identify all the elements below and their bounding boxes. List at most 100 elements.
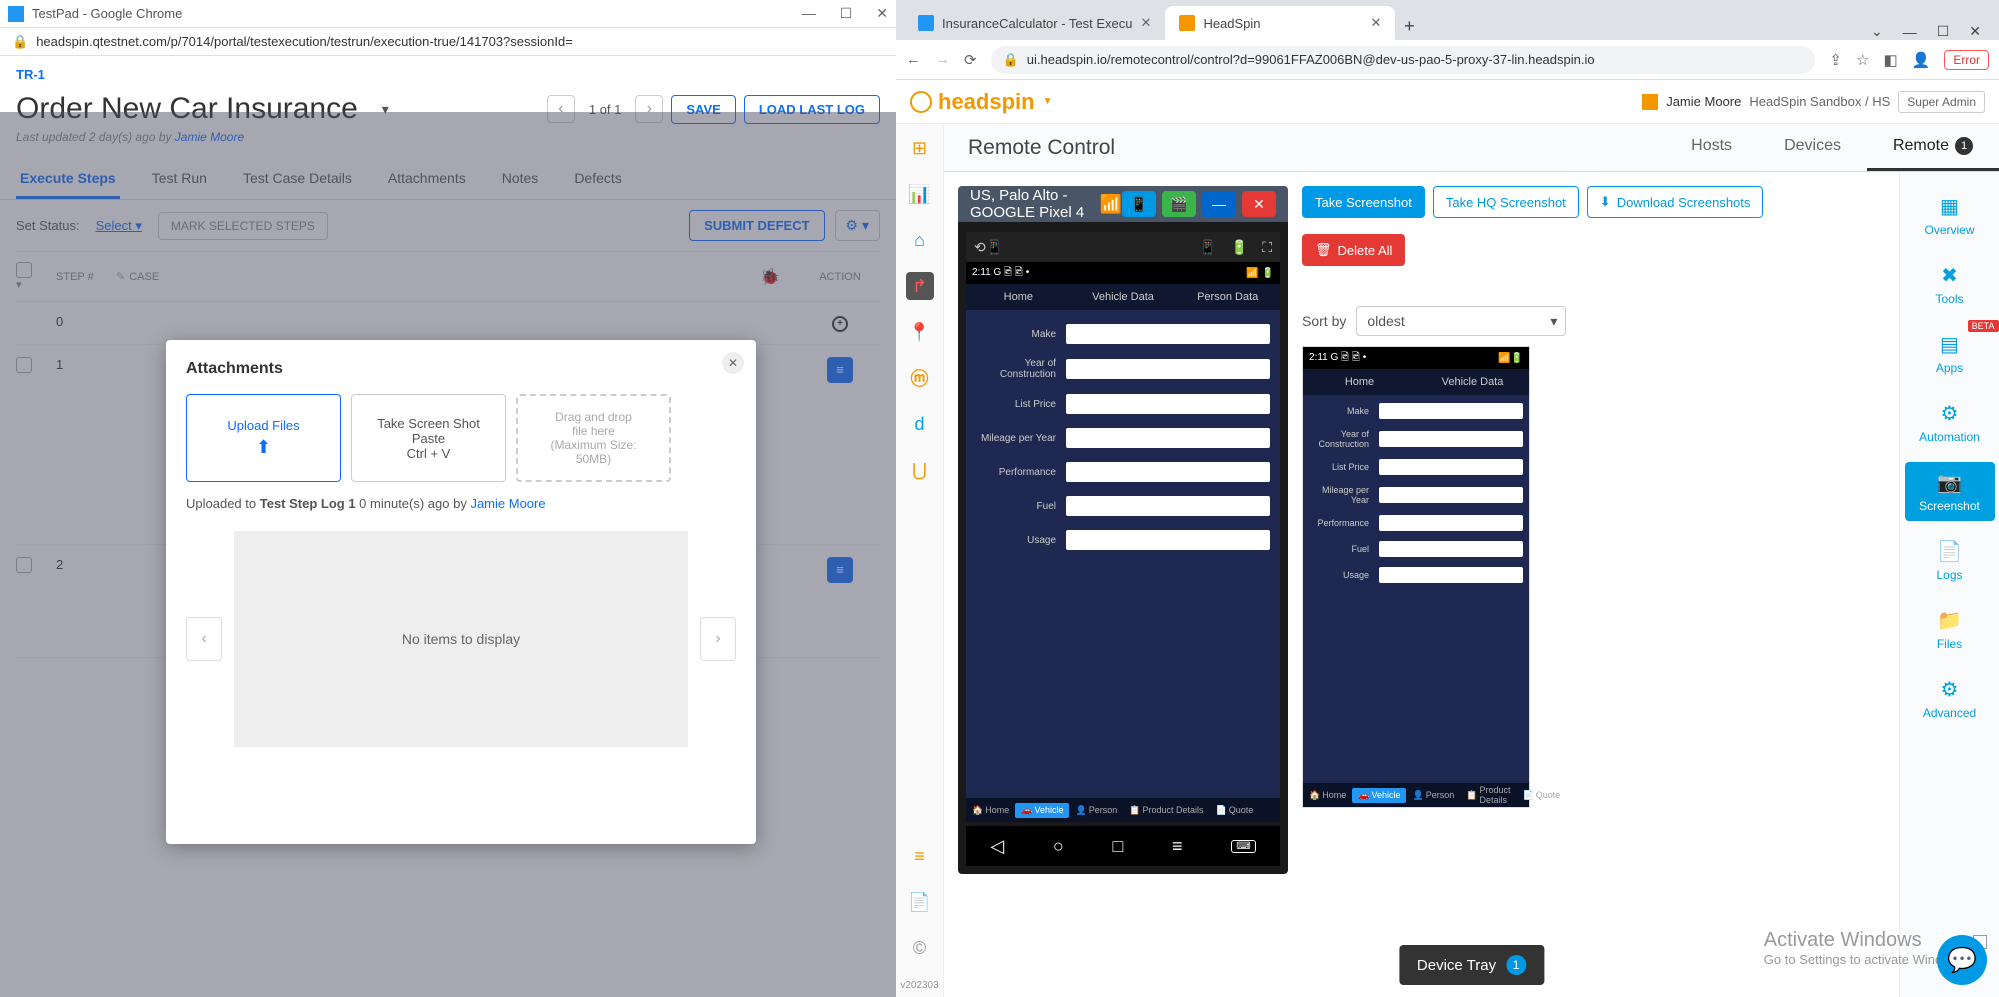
sidebar-pin-icon[interactable]: 📍 [906, 318, 934, 346]
sidebar-list-icon[interactable]: ≡ [906, 842, 934, 870]
close-icon[interactable]: ✕ [876, 5, 888, 22]
device-title: US, Palo Alto - GOOGLE Pixel 4 [970, 187, 1090, 221]
tab-close-icon[interactable]: ✕ [1371, 15, 1382, 31]
android-menu-icon[interactable]: ≡ [1172, 836, 1183, 857]
minimize-icon[interactable]: — [802, 5, 816, 22]
minimize-icon[interactable]: — [1903, 24, 1917, 40]
profile-icon[interactable]: 👤 [1912, 51, 1931, 69]
chrome-titlebar: TestPad - Google Chrome — ☐ ✕ [0, 0, 896, 28]
download-screenshots-button[interactable]: ⬇Download Screenshots [1587, 186, 1764, 218]
sort-select[interactable]: oldest▾ [1356, 306, 1566, 336]
sidebar-files[interactable]: 📁Files [1905, 600, 1995, 659]
user-link[interactable]: Jamie Moore [470, 496, 545, 511]
take-hq-screenshot-button[interactable]: Take HQ Screenshot [1433, 186, 1579, 218]
screenshot-paste-button[interactable]: Take Screen Shot Paste Ctrl + V [351, 394, 506, 482]
modal-close-button[interactable]: ✕ [722, 352, 744, 374]
fullscreen-icon[interactable]: ⛶ [1262, 239, 1272, 256]
sidebar-route-icon[interactable]: ↱ [906, 272, 934, 300]
mileage-input[interactable] [1066, 428, 1270, 448]
keyboard-icon[interactable]: ⌨ [1231, 840, 1255, 853]
url-input[interactable]: 🔒 ui.headspin.io/remotecontrol/control?d… [991, 46, 1816, 74]
sidebar-home-icon[interactable]: ⌂ [906, 226, 934, 254]
browser-toolbar: ← → ⟳ 🔒 ui.headspin.io/remotecontrol/con… [896, 40, 1999, 80]
phone-icon[interactable]: 📱 [1199, 239, 1216, 256]
device-tab-vehicle[interactable]: Vehicle Data [1071, 284, 1176, 310]
chat-button[interactable]: 💬 [1937, 935, 1987, 985]
tab-close-icon[interactable]: ✕ [1141, 15, 1152, 31]
maximize-icon[interactable]: ☐ [840, 5, 853, 22]
star-icon[interactable]: ☆ [1856, 51, 1869, 69]
device-screen[interactable]: 2:11 G 🖻 🖻 •📶 🔋 Home Vehicle Data Person… [966, 262, 1280, 822]
android-recent-icon[interactable]: □ [1112, 836, 1123, 857]
sidebar-logs[interactable]: 📄Logs [1905, 531, 1995, 590]
sidebar-m-icon[interactable]: ⓜ [906, 364, 934, 392]
sidebar-u-icon[interactable]: ⋃ [906, 456, 934, 484]
device-tab-home[interactable]: Home [966, 284, 1071, 310]
sidebar-apps[interactable]: BETA▤Apps [1905, 324, 1995, 383]
close-icon[interactable]: ✕ [1969, 23, 1981, 40]
logo-dropdown-icon[interactable]: ▼ [1043, 96, 1053, 107]
gallery-next-button[interactable]: › [700, 617, 736, 661]
url-bar[interactable]: 🔒 headspin.qtestnet.com/p/7014/portal/te… [0, 28, 896, 56]
device-phone-button[interactable]: 📱 [1122, 191, 1156, 217]
tools-icon: ✖ [1941, 263, 1958, 288]
headspin-logo[interactable]: headspin [938, 89, 1035, 115]
android-home-icon[interactable]: ○ [1053, 836, 1064, 857]
rotate-icon[interactable]: ⟲📱 [974, 239, 1003, 256]
screenshot-thumbnail[interactable]: ⬇ 🗑 2:11 G 🖻 🖻 •📶🔋 Home Vehicle Data [1302, 346, 1530, 808]
bottom-tab-person[interactable]: 👤 Person [1069, 805, 1123, 816]
tab-remote[interactable]: Remote 1 [1867, 124, 1999, 171]
take-screenshot-button[interactable]: Take Screenshot [1302, 186, 1425, 218]
performance-input[interactable] [1066, 462, 1270, 482]
lock-icon: 🔒 [1003, 52, 1019, 68]
tab-devices[interactable]: Devices [1758, 124, 1867, 171]
role-badge[interactable]: Super Admin [1898, 91, 1985, 113]
share-icon[interactable]: ⇪ [1829, 51, 1842, 69]
year-input[interactable] [1066, 359, 1270, 379]
browser-tab[interactable]: HeadSpin ✕ [1165, 6, 1395, 40]
bottom-tab-quote[interactable]: 📄 Quote [1209, 805, 1259, 816]
device-close-button[interactable]: ✕ [1242, 191, 1276, 217]
browser-tab[interactable]: InsuranceCalculator - Test Execu ✕ [904, 6, 1165, 40]
user-name[interactable]: Jamie Moore [1666, 94, 1741, 109]
sidebar-copyright-icon[interactable]: © [906, 934, 934, 962]
gallery-prev-button[interactable]: ‹ [186, 617, 222, 661]
back-button[interactable]: ← [906, 51, 921, 68]
listprice-input[interactable] [1066, 394, 1270, 414]
device-tray[interactable]: Device Tray 1 [1399, 945, 1544, 985]
fuel-input[interactable] [1066, 496, 1270, 516]
bottom-tab-vehicle[interactable]: 🚗 Vehicle [1015, 803, 1069, 818]
sidebar-screenshot[interactable]: 📷Screenshot [1905, 462, 1995, 521]
make-input[interactable] [1066, 324, 1270, 344]
sidebar-chart-icon[interactable]: 📊 [906, 180, 934, 208]
apps-icon: ▤ [1940, 332, 1959, 357]
overview-icon: ▦ [1940, 194, 1959, 219]
bottom-tab-home[interactable]: 🏠 Home [966, 805, 1015, 816]
sidebar-doc-icon[interactable]: 📄 [906, 888, 934, 916]
sidebar-overview[interactable]: ▦Overview [1905, 186, 1995, 245]
maximize-icon[interactable]: ☐ [1937, 23, 1950, 40]
panel-icon[interactable]: ◧ [1883, 51, 1897, 69]
reload-button[interactable]: ⟳ [964, 51, 977, 69]
forward-button[interactable]: → [935, 51, 950, 68]
upload-files-button[interactable]: Upload Files ⬆ [186, 394, 341, 482]
battery-icon[interactable]: 🔋 [1231, 239, 1248, 256]
device-minimize-button[interactable]: — [1202, 191, 1236, 217]
new-tab-button[interactable]: + [1395, 12, 1423, 40]
device-record-button[interactable]: 🎬 [1162, 191, 1196, 217]
sidebar-automation[interactable]: ⚙Automation [1905, 393, 1995, 452]
sidebar-tools[interactable]: ✖Tools [1905, 255, 1995, 314]
bottom-tab-product[interactable]: 📋 Product Details [1123, 805, 1209, 816]
error-badge[interactable]: Error [1944, 50, 1989, 70]
testrun-link[interactable]: TR-1 [16, 67, 45, 82]
tab-hosts[interactable]: Hosts [1665, 124, 1758, 171]
sidebar-grid-icon[interactable]: ⊞ [906, 134, 934, 162]
sidebar-advanced[interactable]: ⚙Advanced [1905, 669, 1995, 728]
device-tab-person[interactable]: Person Data [1175, 284, 1280, 310]
delete-all-button[interactable]: 🗑Delete All [1302, 234, 1405, 266]
chevron-down-icon[interactable]: ⌄ [1871, 23, 1883, 40]
android-back-icon[interactable]: ◁ [990, 836, 1004, 857]
usage-input[interactable] [1066, 530, 1270, 550]
drop-zone[interactable]: Drag and drop file here (Maximum Size: 5… [516, 394, 671, 482]
sidebar-d-icon[interactable]: d [906, 410, 934, 438]
